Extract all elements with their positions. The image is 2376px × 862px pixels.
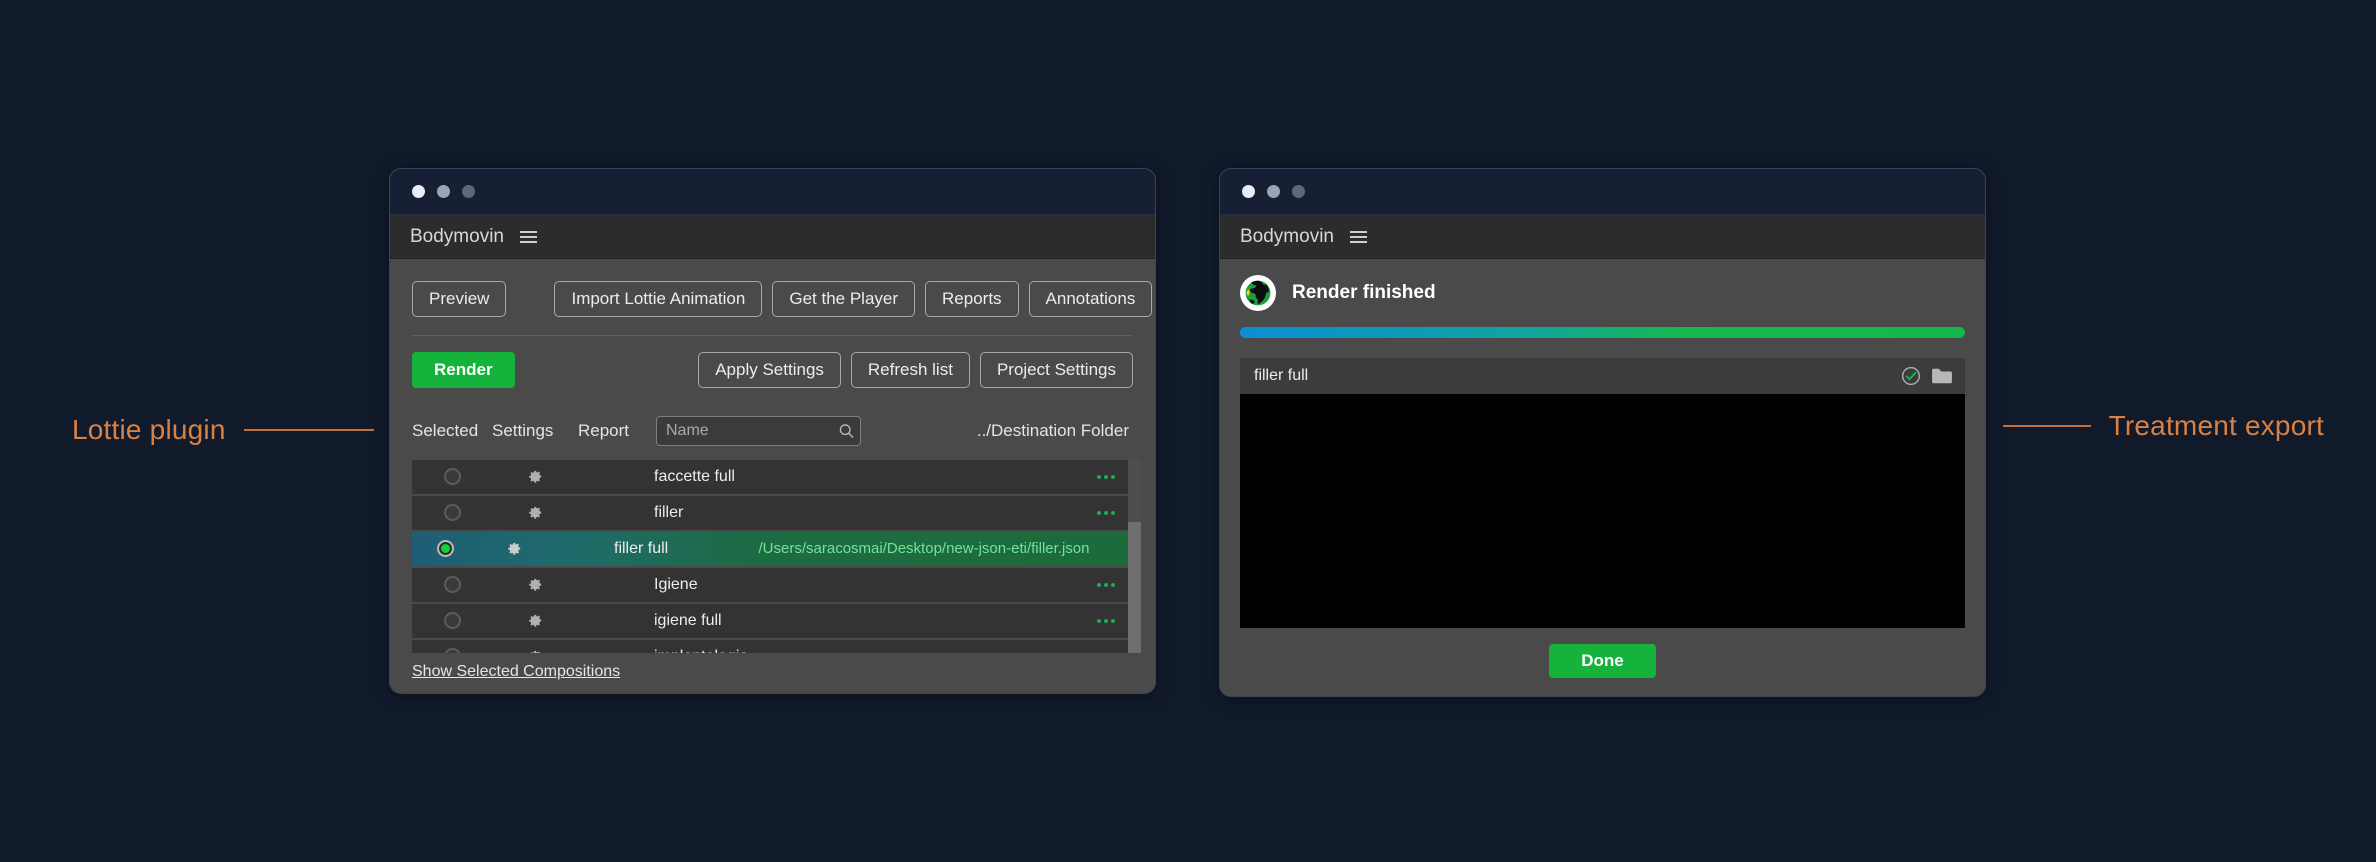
radio-icon[interactable] (444, 612, 461, 629)
row-path: /Users/saracosmai/Desktop/new-json-eti/f… (759, 540, 1090, 557)
row-name: filler full (608, 540, 759, 558)
minimize-dot[interactable] (1267, 185, 1280, 198)
minimize-dot[interactable] (437, 185, 450, 198)
annotation-right-leader-line (2003, 425, 2091, 427)
plugin-title: Bodymovin (410, 226, 504, 248)
plugin-body: Preview Import Lottie Animation Get the … (390, 259, 1155, 693)
table-row[interactable]: filler full /Users/saracosmai/Desktop/ne… (412, 532, 1141, 568)
compositions-table: faccette full filler (412, 460, 1141, 653)
get-the-player-button[interactable]: Get the Player (772, 281, 915, 317)
lottie-plugin-window: Bodymovin Preview Import Lottie Animatio… (389, 168, 1156, 694)
row-name: faccette full (648, 468, 828, 486)
row-name: implantologia (648, 648, 828, 653)
gear-icon[interactable] (527, 504, 544, 521)
search-field-wrapper (656, 416, 861, 446)
primary-toolbar: Preview Import Lottie Animation Get the … (390, 259, 1155, 317)
row-settings-cell[interactable] (492, 468, 578, 485)
table-scrollbar[interactable] (1128, 460, 1141, 653)
folder-icon[interactable] (1931, 367, 1953, 385)
secondary-toolbar: Render Apply Settings Refresh list Proje… (390, 336, 1155, 404)
gear-icon[interactable] (527, 576, 544, 593)
refresh-list-button[interactable]: Refresh list (851, 352, 970, 388)
annotation-left-label: Lottie plugin (72, 414, 226, 446)
gear-icon[interactable] (527, 468, 544, 485)
row-select-cell[interactable] (412, 612, 492, 629)
screen: Lottie plugin Treatment export Bodymovin… (0, 0, 2376, 862)
annotation-right-label: Treatment export (2109, 410, 2324, 442)
row-name: Igiene (648, 576, 828, 594)
radio-icon[interactable] (444, 504, 461, 521)
table-row[interactable]: implantologia (412, 640, 1141, 653)
hamburger-icon[interactable] (520, 231, 537, 243)
export-footer: Done (1220, 628, 1985, 696)
close-dot[interactable] (1242, 185, 1255, 198)
row-select-cell[interactable] (412, 576, 492, 593)
radio-icon-selected[interactable] (437, 540, 454, 557)
check-circle-icon[interactable] (1901, 366, 1921, 386)
radio-icon[interactable] (444, 576, 461, 593)
annotation-treatment-export: Treatment export (2003, 410, 2324, 442)
annotation-left-leader-line (244, 429, 374, 431)
row-settings-cell[interactable] (478, 540, 549, 557)
row-select-cell[interactable] (412, 648, 492, 653)
compositions-table-header: Selected Settings Report ../Destination … (390, 404, 1155, 460)
export-titlebar (1220, 169, 1985, 215)
radio-icon[interactable] (444, 648, 461, 653)
row-settings-cell[interactable] (492, 648, 578, 653)
zoom-dot[interactable] (1292, 185, 1305, 198)
reports-button[interactable]: Reports (925, 281, 1019, 317)
render-status-row: Render finished (1220, 259, 1985, 321)
done-button[interactable]: Done (1549, 644, 1656, 678)
apply-settings-button[interactable]: Apply Settings (698, 352, 841, 388)
radio-icon[interactable] (444, 468, 461, 485)
render-progress-bar (1240, 327, 1965, 338)
row-name: igiene full (648, 612, 828, 630)
render-button[interactable]: Render (412, 352, 515, 388)
table-row[interactable]: faccette full (412, 460, 1141, 496)
render-console-output (1240, 394, 1965, 628)
gear-icon[interactable] (527, 648, 544, 653)
exported-file-name: filler full (1254, 367, 1901, 385)
plugin-menubar: Bodymovin (390, 215, 1155, 259)
treatment-export-window: Bodymovin Render finished (1219, 168, 1986, 697)
show-selected-compositions-link[interactable]: Show Selected Compositions (412, 663, 620, 680)
row-name: filler (648, 504, 828, 522)
row-settings-cell[interactable] (492, 504, 578, 521)
annotations-button[interactable]: Annotations (1029, 281, 1153, 317)
exported-file-row[interactable]: filler full (1240, 358, 1965, 394)
table-scrollbar-thumb[interactable] (1128, 522, 1141, 653)
annotation-lottie-plugin: Lottie plugin (72, 414, 374, 446)
globe-icon (1240, 275, 1276, 311)
import-lottie-animation-button[interactable]: Import Lottie Animation (554, 281, 762, 317)
row-settings-cell[interactable] (492, 612, 578, 629)
row-select-cell[interactable] (412, 468, 492, 485)
column-header-report: Report (578, 421, 648, 441)
export-menubar: Bodymovin (1220, 215, 1985, 259)
export-body: Render finished filler full (1220, 259, 1985, 696)
project-settings-button[interactable]: Project Settings (980, 352, 1133, 388)
zoom-dot[interactable] (462, 185, 475, 198)
gear-icon[interactable] (527, 612, 544, 629)
plugin-footer: Show Selected Compositions (390, 653, 1155, 693)
hamburger-icon[interactable] (1350, 231, 1367, 243)
column-header-destination-folder: ../Destination Folder (977, 421, 1133, 441)
plugin-titlebar (390, 169, 1155, 215)
column-header-settings: Settings (492, 421, 578, 441)
gear-icon[interactable] (506, 540, 523, 557)
row-select-cell[interactable] (412, 540, 478, 557)
compositions-rows: faccette full filler (412, 460, 1141, 653)
search-input[interactable] (656, 416, 861, 446)
close-dot[interactable] (412, 185, 425, 198)
preview-button[interactable]: Preview (412, 281, 506, 317)
exported-file-actions (1901, 366, 1953, 386)
export-title: Bodymovin (1240, 226, 1334, 248)
column-header-selected: Selected (412, 421, 492, 441)
table-row[interactable]: filler (412, 496, 1141, 532)
row-settings-cell[interactable] (492, 576, 578, 593)
table-row[interactable]: igiene full (412, 604, 1141, 640)
table-row[interactable]: Igiene (412, 568, 1141, 604)
row-select-cell[interactable] (412, 504, 492, 521)
render-status-text: Render finished (1292, 282, 1436, 304)
render-progress-track (1240, 327, 1965, 338)
